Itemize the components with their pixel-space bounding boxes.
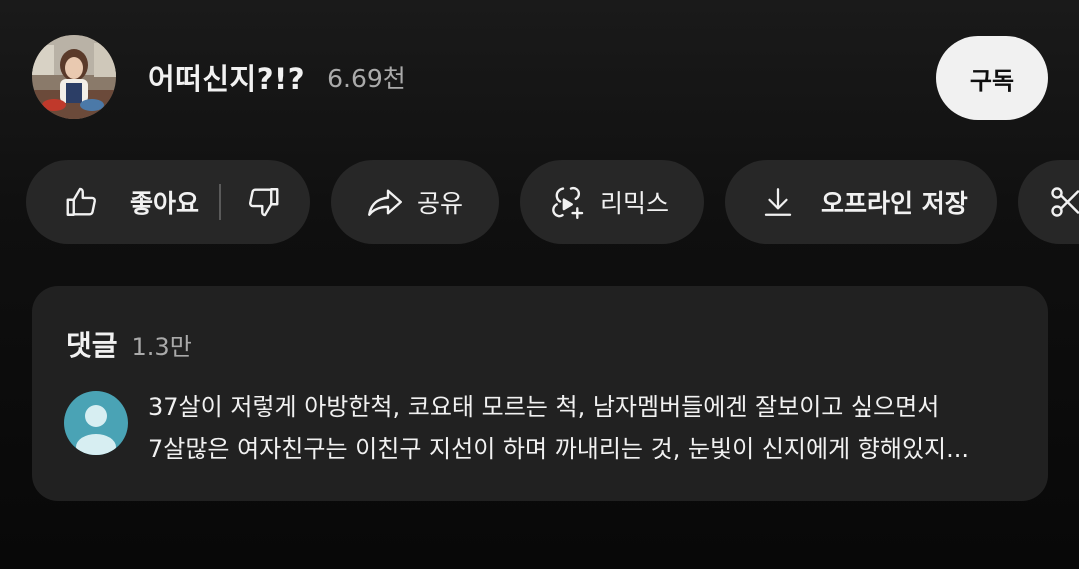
comments-section[interactable]: 댓글 1.3만 37살이 저렇게 아방한척, 코요태 모르는 척, 남자멤버들에… xyxy=(32,286,1048,501)
comment-line: 7살많은 여자친구는 이친구 지선이 하며 까내리는 것, 눈빛이 신지에게 향… xyxy=(148,435,970,463)
video-info-panel: 어떠신지?!? 6.69천 구독 좋아요 공유 리믹스 오프라인 저장 댓글 1… xyxy=(0,0,1079,569)
remix-icon xyxy=(548,183,586,221)
like-label[interactable]: 좋아요 xyxy=(130,184,199,220)
comments-count: 1.3만 xyxy=(131,333,192,361)
action-bar: 좋아요 공유 리믹스 오프라인 저장 xyxy=(26,160,1079,244)
download-label: 오프라인 저장 xyxy=(821,189,968,218)
channel-avatar[interactable] xyxy=(32,35,116,119)
remix-button[interactable]: 리믹스 xyxy=(520,160,704,244)
like-dislike-segment: 좋아요 xyxy=(26,160,310,244)
remix-label: 리믹스 xyxy=(600,189,670,218)
subscribe-button[interactable]: 구독 xyxy=(936,36,1048,120)
like-divider xyxy=(219,184,222,220)
download-icon xyxy=(761,184,795,220)
subscriber-count: 6.69천 xyxy=(327,64,406,93)
top-comment-text: 37살이 저렇게 아방한척, 코요태 모르는 척, 남자멤버들에겐 잘보이고 싶… xyxy=(148,386,1028,470)
comments-title: 댓글 xyxy=(66,329,118,362)
thumbs-up-icon[interactable] xyxy=(64,184,100,220)
channel-name[interactable]: 어떠신지?!? xyxy=(148,56,305,98)
thumbs-down-icon[interactable] xyxy=(245,184,281,220)
channel-row: 어떠신지?!? 6.69천 구독 xyxy=(32,34,1048,120)
comment-line: 37살이 저렇게 아방한척, 코요태 모르는 척, 남자멤버들에겐 잘보이고 싶… xyxy=(148,393,940,421)
download-button[interactable]: 오프라인 저장 xyxy=(725,160,997,244)
comments-header: 댓글 1.3만 xyxy=(66,324,192,364)
commenter-avatar[interactable] xyxy=(64,391,128,455)
share-icon xyxy=(365,184,405,220)
clip-icon xyxy=(1048,184,1079,220)
clip-button[interactable] xyxy=(1018,160,1079,244)
share-label: 공유 xyxy=(417,189,464,218)
share-button[interactable]: 공유 xyxy=(331,160,499,244)
